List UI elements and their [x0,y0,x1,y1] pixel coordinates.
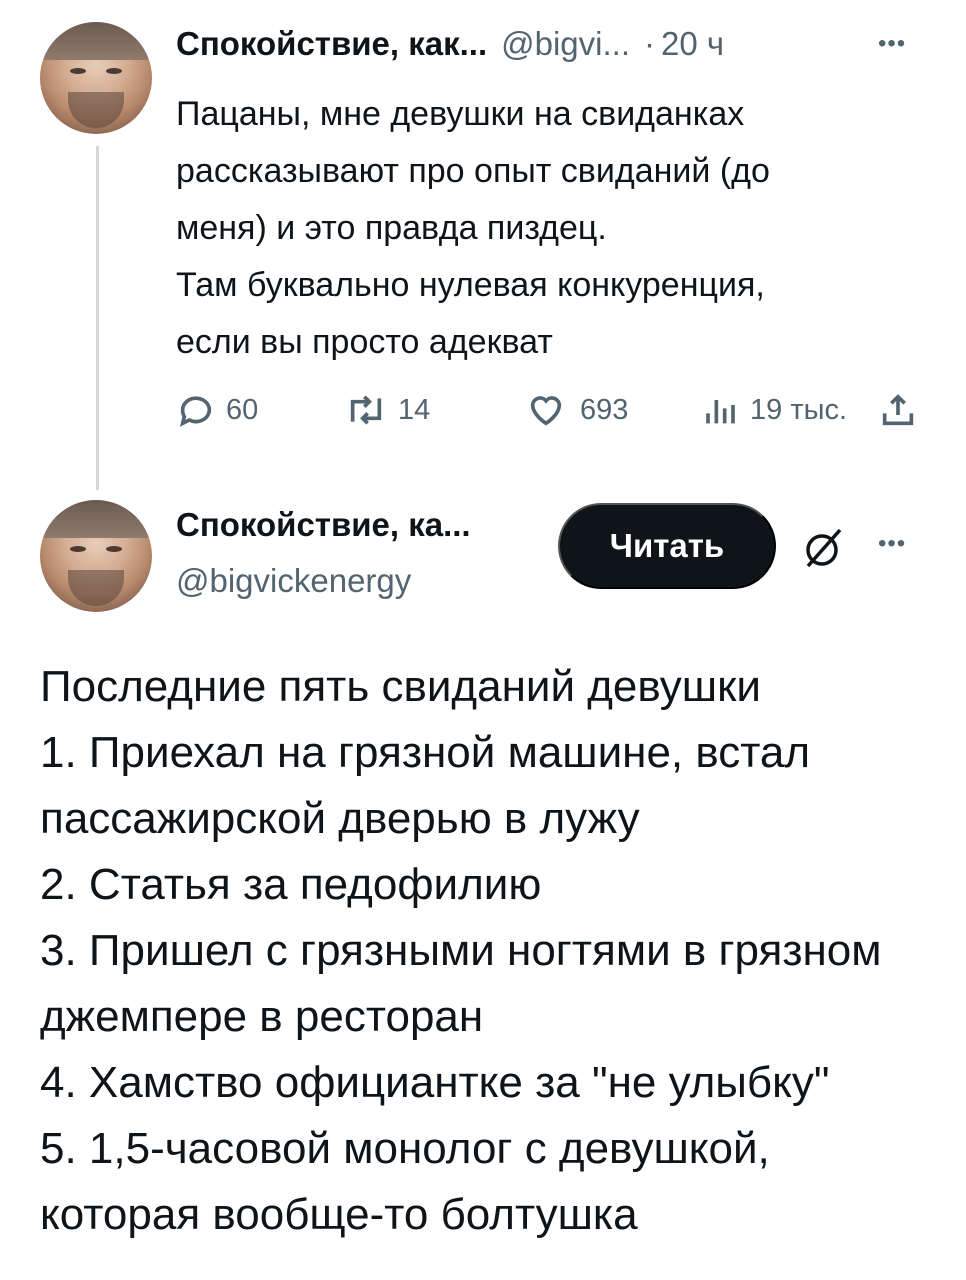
reply-icon [179,396,212,427]
author-handle[interactable]: @bigvi... [501,25,630,63]
tweet-line: рассказывают про опыт свиданий (до [176,152,770,190]
tweet-text: Пацаны, мне девушки на свиданках рассказ… [176,86,936,371]
thread-line [96,146,99,490]
repost-icon [350,395,382,425]
avatar[interactable] [40,500,152,612]
tweet-text: Последние пять свиданий девушки 1. Приех… [40,654,940,1248]
tweet-line: которая вообще-то болтушка [40,1190,638,1239]
avatar[interactable] [40,22,152,134]
views-action[interactable]: 19 тыс. [700,388,847,432]
tweet-line: Последние пять свиданий девушки [40,662,761,711]
tweet-header: Спокойствие, как... @bigvi... · 20 ч [176,22,724,66]
views-icon [706,400,735,424]
author-handle[interactable]: @bigvickenergy [176,562,411,600]
read-button[interactable]: Читать [558,503,776,589]
tweet-line: Пацаны, мне девушки на свиданках [176,95,745,133]
more-icon[interactable]: ••• [878,530,906,558]
share-action[interactable] [878,388,918,432]
reply-count: 60 [226,393,259,426]
more-icon[interactable]: ••• [878,30,906,58]
views-count: 19 тыс. [750,393,847,426]
author-name[interactable]: Спокойствие, ка... [176,506,471,544]
repost-action[interactable]: 14 [344,388,430,432]
tweet-line: 2. Статья за педофилию [40,860,542,909]
grok-icon[interactable] [800,522,850,572]
like-icon [530,396,562,426]
tweet-line: 5. 1,5-часовой монолог с девушкой, [40,1124,770,1173]
tweet-line: 4. Хамство официантке за "не улыбку" [40,1058,830,1107]
tweet-line: 3. Пришел с грязными ногтями в грязном [40,926,882,975]
tweet-line: меня) и это правда пиздец. [176,209,607,247]
separator-dot: · [644,25,655,62]
like-action[interactable]: 693 [524,388,628,432]
like-count: 693 [580,393,629,426]
tweet-line: 1. Приехал на грязной машине, встал [40,728,811,777]
tweet-line: если вы просто адекват [176,323,553,361]
timestamp[interactable]: 20 ч [661,25,724,63]
author-name[interactable]: Спокойствие, как... [176,25,487,63]
reply-action[interactable]: 60 [176,388,258,432]
tweet-line: Там буквально нулевая конкуренция, [176,266,765,304]
tweet-line: пассажирской дверью в лужу [40,794,640,843]
tweet-line: джемпере в ресторан [40,992,484,1041]
repost-count: 14 [398,393,431,426]
share-icon [882,394,914,426]
